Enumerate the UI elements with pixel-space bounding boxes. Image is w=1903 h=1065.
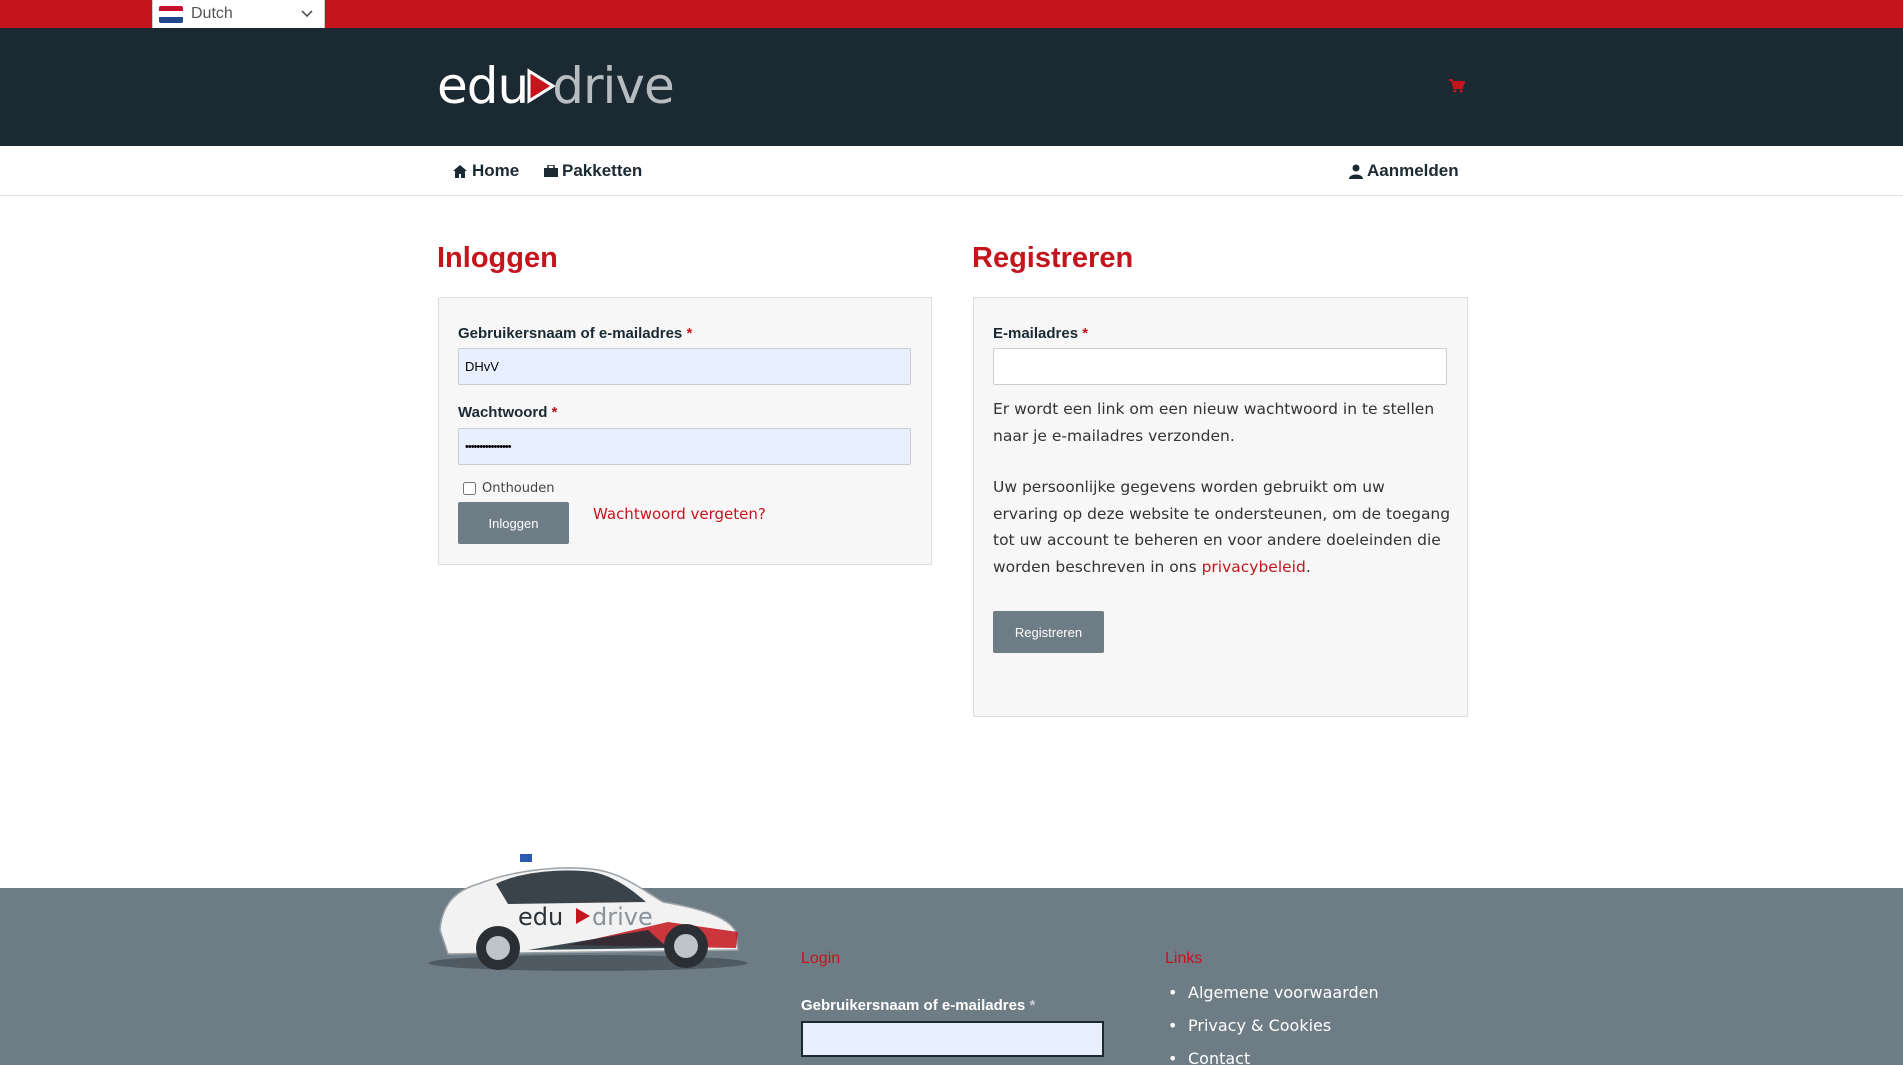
register-button[interactable]: Registreren — [993, 611, 1104, 653]
language-select[interactable]: Dutch — [152, 0, 325, 29]
footer-link-terms[interactable]: Algemene voorwaarden — [1166, 983, 1379, 1016]
car-logo-text: edu — [518, 903, 563, 931]
forgot-password-link[interactable]: Wachtwoord vergeten? — [593, 505, 766, 523]
package-icon — [544, 165, 558, 177]
edudrive-logo[interactable]: edu drive — [437, 57, 675, 115]
login-title: Inloggen — [437, 242, 558, 274]
nav-packages[interactable]: Pakketten — [544, 160, 642, 182]
remember-label: Onthouden — [482, 481, 555, 496]
language-label: Dutch — [191, 5, 233, 22]
shopping-cart-icon[interactable] — [1449, 79, 1465, 93]
remember-checkbox[interactable] — [463, 482, 476, 495]
main-nav — [0, 146, 1903, 196]
nav-home[interactable]: Home — [452, 160, 519, 182]
password-input[interactable]: •••••••••••••••• — [458, 428, 911, 465]
netherlands-flag-icon — [159, 5, 183, 23]
nav-login-label: Aanmelden — [1367, 161, 1459, 180]
register-title: Registreren — [972, 242, 1134, 274]
nav-home-label: Home — [472, 161, 520, 180]
site-header — [0, 28, 1903, 146]
login-button[interactable]: Inloggen — [458, 502, 569, 544]
home-icon — [453, 164, 467, 178]
email-input[interactable] — [993, 348, 1447, 385]
car-illustration: edu drive — [428, 854, 748, 971]
footer-login-heading: Login — [801, 950, 841, 967]
footer-link-contact[interactable]: Contact — [1166, 1049, 1379, 1065]
footer-username-input[interactable] — [801, 1021, 1104, 1057]
username-input[interactable] — [458, 348, 911, 385]
footer-links-heading: Links — [1165, 950, 1203, 967]
logo-drive-text: drive — [552, 57, 675, 115]
username-label: Gebruikersnaam of e-mailadres * — [458, 325, 693, 342]
user-icon — [1349, 164, 1363, 179]
email-label: E-mailadres * — [993, 325, 1089, 342]
privacy-text: Uw persoonlijke gegevens worden gebruikt… — [993, 478, 1451, 576]
car-logo-drive-text: drive — [592, 903, 653, 931]
password-label: Wachtwoord * — [458, 404, 558, 421]
footer-links-list: Algemene voorwaarden Privacy & Cookies C… — [1166, 983, 1379, 1065]
chevron-down-icon — [301, 10, 313, 18]
footer-username-label: Gebruikersnaam of e-mailadres * — [801, 997, 1036, 1014]
nav-packages-label: Pakketten — [562, 161, 643, 180]
privacy-policy-link[interactable]: privacybeleid — [1202, 558, 1306, 576]
footer-link-privacy[interactable]: Privacy & Cookies — [1166, 1016, 1379, 1049]
nav-login[interactable]: Aanmelden — [1349, 160, 1459, 182]
reset-info-text: Er wordt een link om een nieuw wachtwoor… — [993, 400, 1435, 445]
logo-edu-text: edu — [437, 57, 529, 115]
